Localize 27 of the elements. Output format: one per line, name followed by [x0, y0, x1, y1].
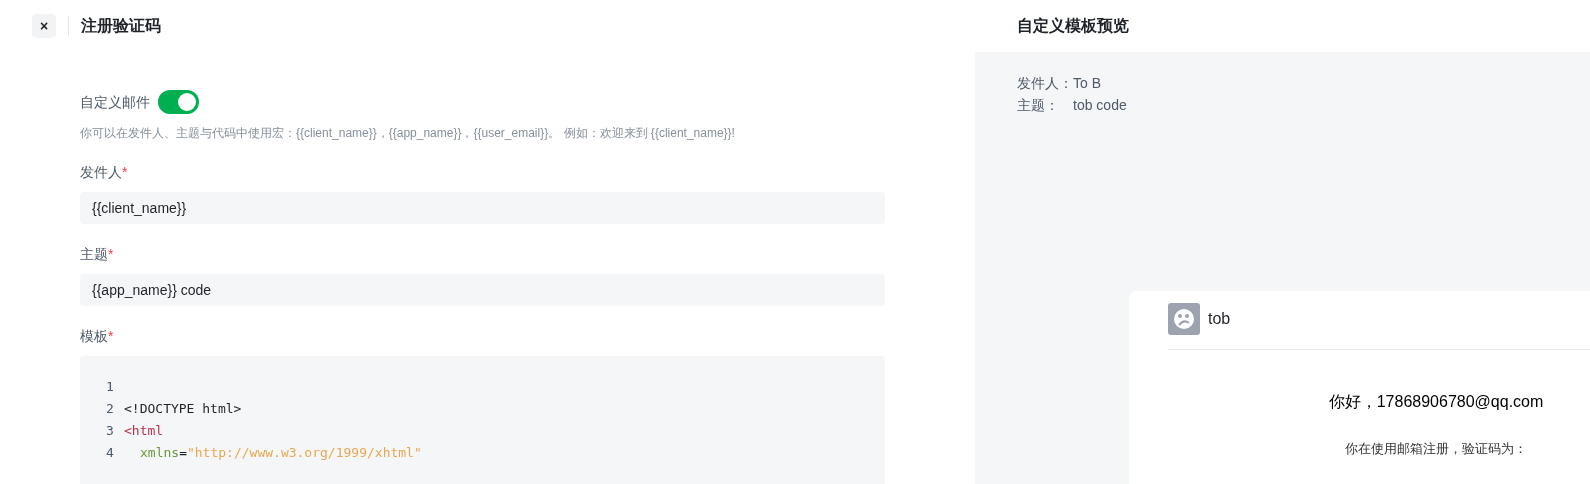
close-button[interactable]: × [32, 14, 56, 38]
field-label: 发件人* [80, 163, 129, 182]
meta-value: tob code [1073, 96, 1127, 115]
field-label: 主题* [80, 245, 115, 264]
code-line: <html [124, 422, 164, 440]
code-line: xmlns="http://www.w3.org/1999/xhtml" [139, 444, 422, 462]
meta-label: 主题： [1017, 96, 1060, 115]
text-field[interactable]: {{app_name}} code [80, 274, 885, 306]
toggle-switch[interactable] [158, 90, 199, 114]
text-field[interactable]: {{client_name}} [80, 192, 885, 224]
line-number: 2 [106, 400, 115, 418]
meta-label: 发件人： [1017, 74, 1073, 93]
meta-value: To B [1073, 74, 1101, 93]
field-label: 模板* [80, 327, 115, 346]
sender-name: tob [1208, 309, 1231, 329]
macro-hint: 你可以在发件人、主题与代码中使用宏：{{client_name}}，{{app_name}}，{{user_email}}。 例如：欢迎来到 {{client_name}}! [80, 125, 736, 142]
line-number: 1 [106, 378, 115, 396]
preview-title: 自定义模板预览 [1017, 16, 1129, 36]
avatar-icon [1168, 303, 1200, 335]
custom-email-label: 自定义邮件 [80, 93, 150, 112]
greeting: 你好，17868906780@qq.com [1328, 392, 1544, 412]
code-line: <!DOCTYPE html> [124, 400, 242, 418]
page-title: 注册验证码 [81, 16, 161, 36]
code-editor[interactable]: 1 2 <!DOCTYPE html> 3 <html 4 xmlns="http://www.w3.org/1999/xhtml" [80, 356, 885, 484]
line-number: 3 [106, 422, 115, 440]
email-body: 你在使用邮箱注册，验证码为： [1345, 440, 1527, 458]
line-number: 4 [106, 444, 115, 462]
